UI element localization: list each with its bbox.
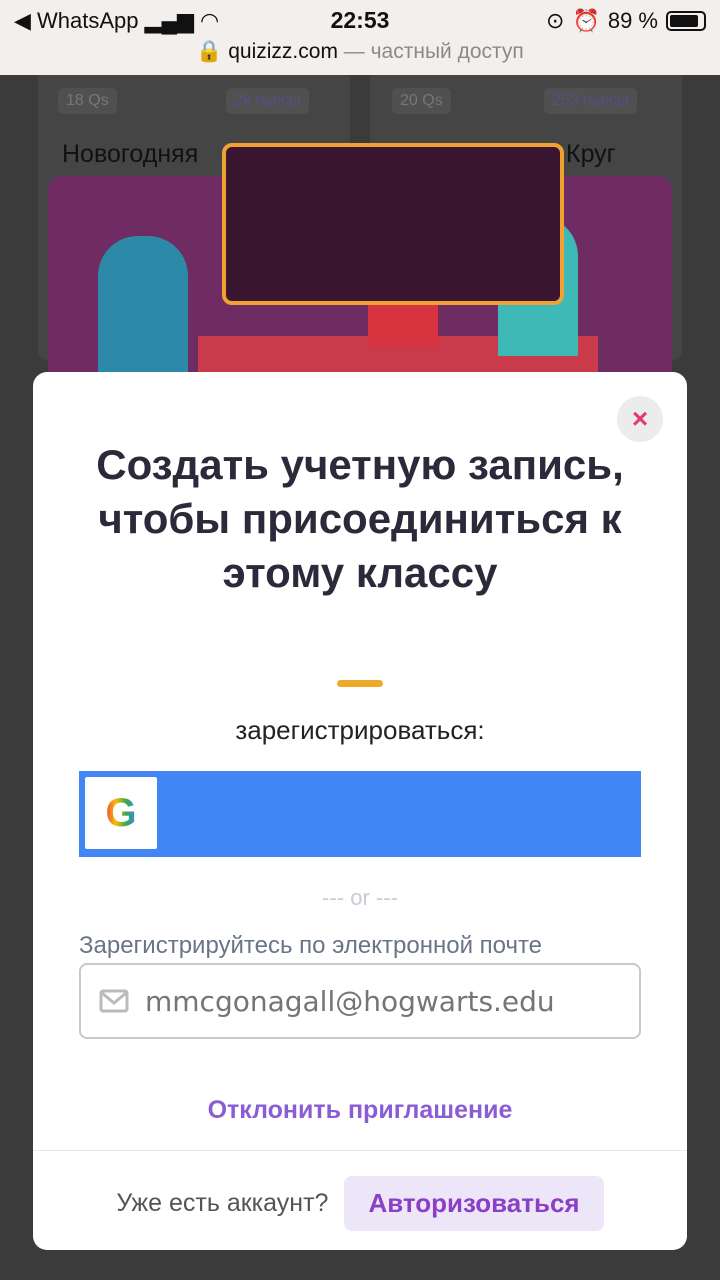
divider bbox=[33, 1150, 687, 1151]
card-title: Круг bbox=[566, 140, 616, 168]
question-count: 18 Qs bbox=[58, 88, 117, 114]
signup-label: зарегистрироваться: bbox=[235, 715, 485, 745]
lock-icon: 🔒 bbox=[196, 40, 223, 63]
address-bar[interactable]: 🔒 quizizz.com — частный доступ bbox=[0, 40, 720, 64]
card-title: Новогодняя bbox=[62, 140, 199, 168]
modal-title: Создать учетную запись, чтобы присоедини… bbox=[96, 441, 624, 596]
domain: quizizz.com bbox=[228, 40, 338, 63]
email-field[interactable] bbox=[79, 963, 641, 1039]
plays-count: 2k пьесы bbox=[226, 88, 309, 114]
email-label: Зарегистрируйтесь по электронной почте bbox=[79, 932, 543, 959]
email-input[interactable] bbox=[145, 984, 585, 1018]
google-icon: G bbox=[85, 777, 157, 849]
rotation-lock-icon: ⊙ bbox=[546, 8, 565, 33]
or-separator: --- or --- bbox=[322, 885, 398, 910]
battery-icon bbox=[666, 11, 706, 31]
private-label: — частный доступ bbox=[337, 40, 524, 63]
plays-count: 253 пьесы bbox=[544, 88, 637, 114]
battery-percent: 89 % bbox=[607, 8, 658, 33]
alarm-icon: ⏰ bbox=[572, 8, 600, 33]
signup-modal: × Создать учетную запись, чтобы присоеди… bbox=[33, 372, 687, 1250]
login-button[interactable]: Авторизоваться bbox=[344, 1176, 604, 1231]
divider-accent bbox=[337, 680, 383, 687]
close-button[interactable]: × bbox=[617, 396, 663, 442]
ios-status-bar: ◀ WhatsApp ▂▄▆ ◠ 22:53 ⊙ ⏰ 89 % 🔒 quizizz.co… bbox=[0, 0, 720, 75]
have-account-text: Уже есть аккаунт? bbox=[116, 1189, 329, 1217]
chalkboard bbox=[222, 143, 564, 305]
close-icon: × bbox=[631, 403, 649, 434]
google-signup-button[interactable]: G bbox=[79, 771, 641, 857]
decline-invite-link[interactable]: Отклонить приглашение bbox=[33, 1096, 687, 1125]
question-count: 20 Qs bbox=[392, 88, 451, 114]
envelope-icon bbox=[99, 989, 129, 1013]
